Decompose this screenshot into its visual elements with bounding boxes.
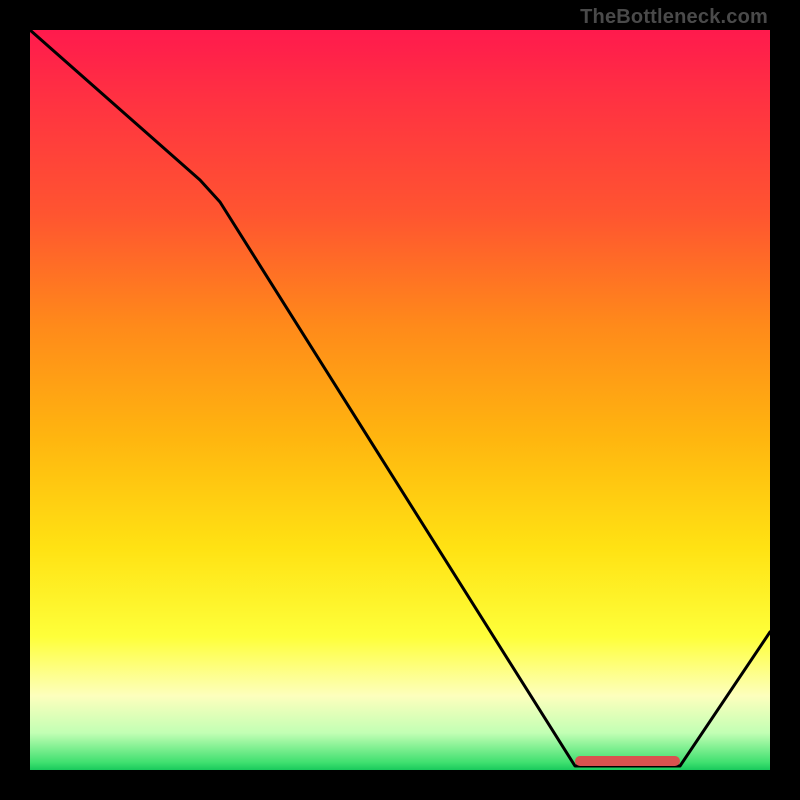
attribution-label: TheBottleneck.com xyxy=(580,6,768,29)
highlight-marker xyxy=(575,756,680,766)
chart-frame: TheBottleneck.com xyxy=(0,0,800,800)
curve-path xyxy=(30,30,770,766)
plot-area xyxy=(30,30,770,770)
line-curve xyxy=(30,30,770,770)
